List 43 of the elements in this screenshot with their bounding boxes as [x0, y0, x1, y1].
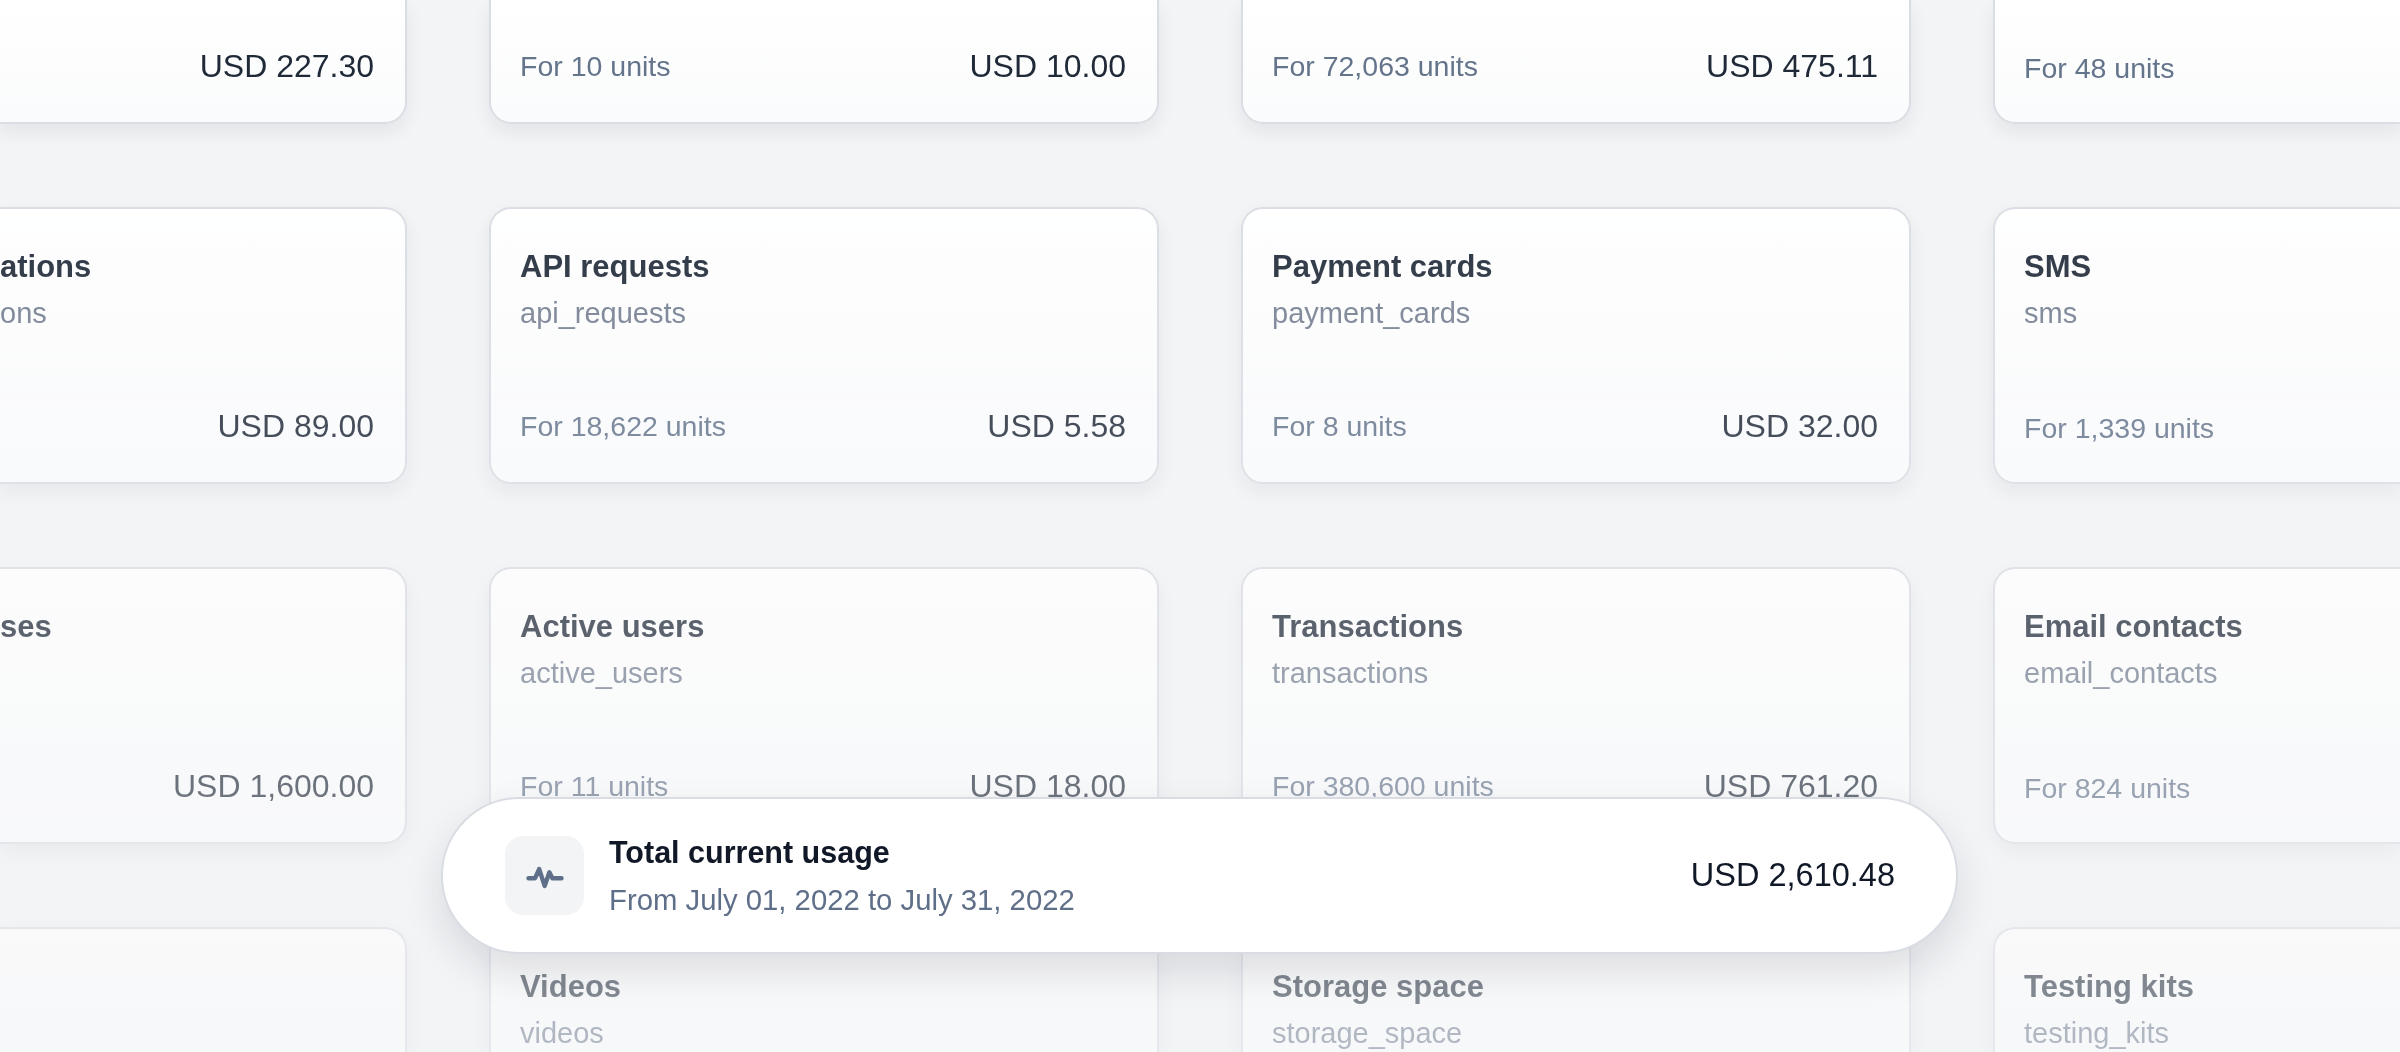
total-title: Total current usage: [609, 834, 891, 871]
metric-key: videos: [520, 1017, 604, 1051]
units-label: For 48 units: [2024, 53, 2175, 82]
card-title: Storage space: [1272, 968, 1484, 1006]
card-title: ses: [0, 608, 52, 646]
card-title: Transactions: [1272, 608, 1464, 646]
card-title: API requests: [520, 248, 710, 286]
metric-key: payment_cards: [1272, 297, 1471, 331]
metric-key: ons: [0, 297, 47, 331]
card-title: Payment cards: [1272, 248, 1493, 286]
card-title: SMS: [2024, 248, 2092, 286]
metric-key: transactions: [1272, 657, 1429, 691]
amount-label: USD 1,600.00: [173, 770, 374, 802]
card-title: Active users: [520, 608, 705, 646]
units-label: For 1,339 units: [2024, 413, 2215, 442]
card-title: ations: [0, 248, 92, 286]
amount-label: USD 32.00: [1721, 410, 1878, 442]
metric-key: testing_kits: [2024, 1017, 2170, 1051]
date-range: From July 01, 2022 to July 31, 2022: [609, 881, 1075, 917]
total-amount: USD 2,610.48: [1690, 856, 1895, 895]
amount-label: USD 89.00: [217, 410, 374, 442]
amount-label: USD 761.20: [1703, 770, 1878, 802]
amount-label: USD 5.58: [987, 410, 1126, 442]
amount-label: USD 475.11: [1706, 50, 1878, 82]
units-label: For 11 units: [520, 771, 669, 801]
metric-key: email_contacts: [2024, 657, 2218, 691]
units-label: For 18,622 units: [520, 411, 726, 441]
metric-key: active_users: [520, 657, 683, 691]
pulse-icon: [505, 836, 584, 915]
units-label: For 10 units: [520, 51, 671, 81]
metric-key: api_requests: [520, 297, 687, 331]
card-title: Videos: [520, 968, 622, 1006]
units-label: For 824 units: [2024, 773, 2191, 802]
amount-label: USD 227.30: [199, 50, 374, 82]
units-label: For 72,063 units: [1272, 51, 1478, 81]
metric-key: sms: [2024, 297, 2078, 331]
amount-label: USD 18.00: [969, 770, 1126, 802]
card-title: Email contacts: [2024, 608, 2243, 646]
metric-key: storage_space: [1272, 1017, 1463, 1051]
units-label: For 380,600 units: [1272, 771, 1494, 801]
units-label: For 8 units: [1272, 411, 1407, 441]
amount-label: USD 10.00: [969, 50, 1126, 82]
card-title: Testing kits: [2024, 968, 2194, 1006]
